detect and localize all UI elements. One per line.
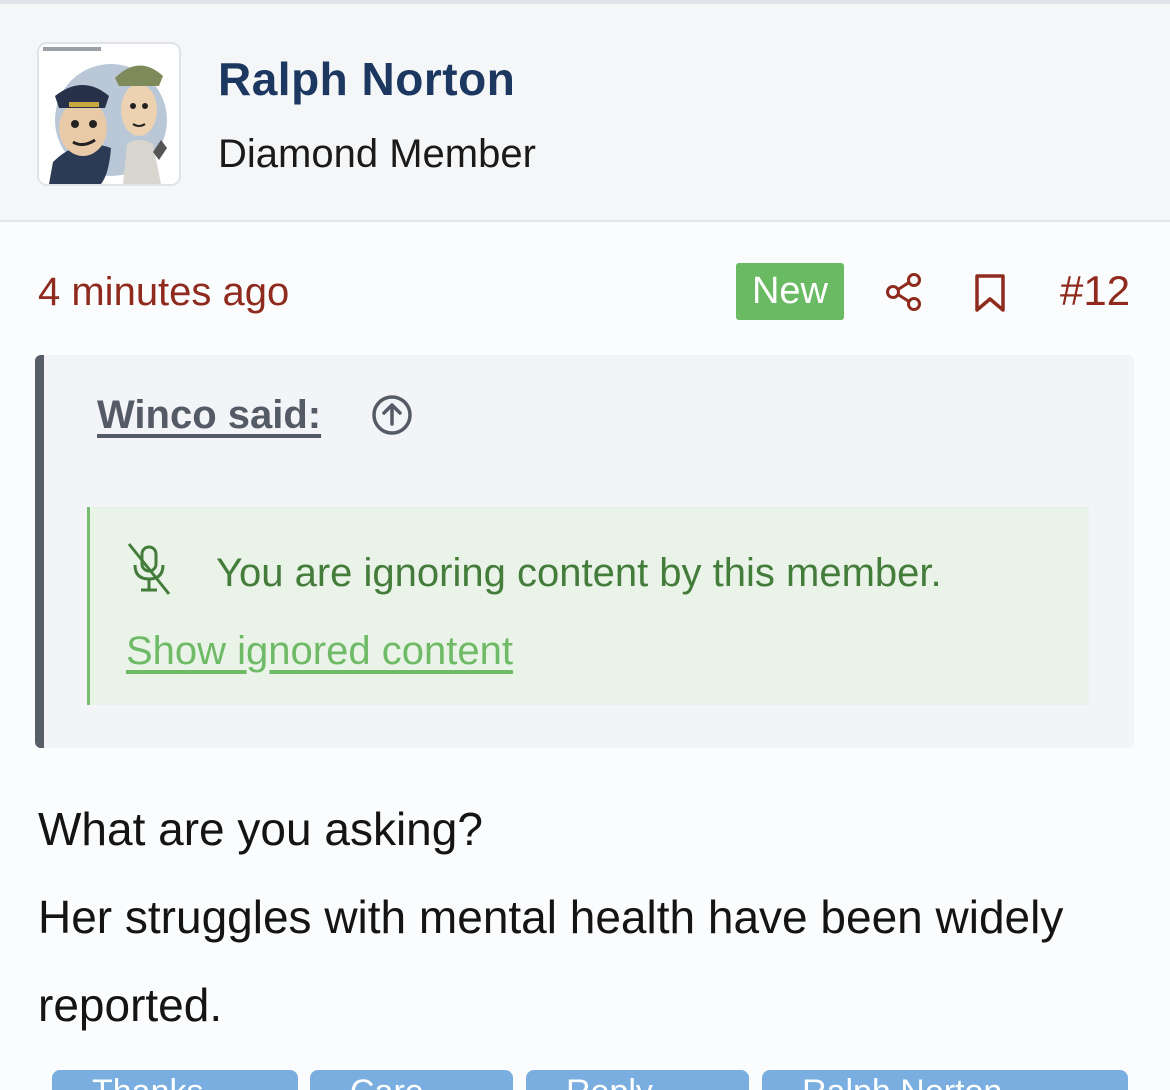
care-button[interactable]: Care [310,1070,513,1090]
reaction-label: Ralph Norton [802,1073,1002,1090]
avatar-image [39,44,179,184]
avatar[interactable] [37,42,181,186]
muted-microphone-icon [127,543,171,595]
username-link[interactable]: Ralph Norton [218,52,515,106]
share-icon[interactable] [884,272,924,312]
post-text-line: Her struggles with mental health have be… [38,891,1064,1031]
new-badge: New [736,263,844,320]
reaction-label: Thanks [92,1073,204,1090]
quote-author-link[interactable]: Winco said: [97,393,321,438]
post-timestamp[interactable]: 4 minutes ago [38,270,289,315]
arrow-up-circle-icon[interactable] [370,393,414,437]
thanks-button[interactable]: Thanks [52,1070,298,1090]
reply-button[interactable]: Reply [526,1070,749,1090]
post-number-link[interactable]: #12 [1060,267,1130,315]
mention-button[interactable]: Ralph Norton [762,1070,1128,1090]
user-title: Diamond Member [218,132,536,176]
quote-block: Winco said: You are ignoring content by … [35,355,1134,748]
bookmark-icon[interactable] [972,273,1008,313]
ignored-content-notice: You are ignoring content by this member.… [87,507,1089,705]
ignored-message: You are ignoring content by this member. [216,551,942,595]
post-body: What are you asking? Her struggles with … [38,785,1138,1049]
reaction-label: Care [350,1073,424,1090]
show-ignored-content-link[interactable]: Show ignored content [126,629,513,674]
reaction-label: Reply [566,1073,653,1090]
post-user-header: Ralph Norton Diamond Member [0,4,1170,222]
post-text-line: What are you asking? [38,803,483,855]
reaction-bar: Thanks Care Reply Ralph Norton [0,1068,1170,1090]
